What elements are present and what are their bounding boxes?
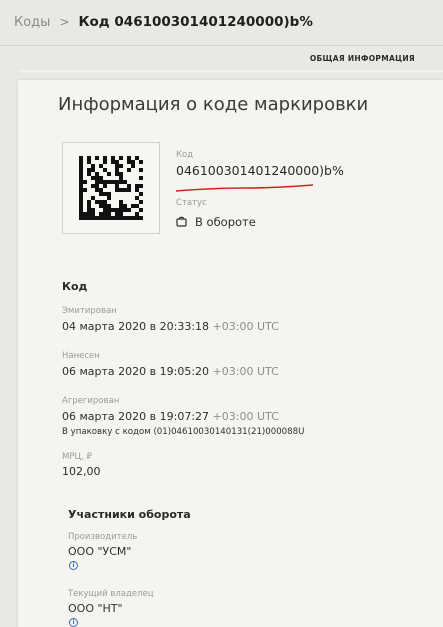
producer-value: ООО "УСМ": [68, 545, 132, 558]
emitted-date: 04 марта 2020 в 20:33:18: [62, 320, 210, 333]
aggregated-timezone: +03:00 UTC: [212, 410, 279, 423]
status-row: В обороте: [176, 212, 256, 231]
page-title: Информация о коде маркировки: [58, 94, 369, 115]
producer-label: Производитель: [68, 532, 138, 542]
datamatrix-code: [62, 142, 160, 234]
breadcrumb-current: Код 046100301401240000)b%: [78, 14, 313, 30]
producer-info-icon[interactable]: i: [69, 561, 78, 570]
header-divider: [0, 45, 443, 46]
red-underline: [175, 184, 314, 192]
mrp-value: 102,00: [62, 465, 101, 478]
applied-value: 06 марта 2020 в 19:05:20 +03:00 UTC: [62, 365, 279, 378]
participants-title: Участники оборота: [68, 508, 191, 521]
package-code-link[interactable]: В упаковку с кодом (01)04610030140131(21…: [62, 427, 304, 437]
owner-info-icon[interactable]: i: [69, 618, 78, 627]
emitted-value: 04 марта 2020 в 20:33:18 +03:00 UTC: [62, 320, 279, 333]
owner-label: Текущий владелец: [68, 589, 154, 599]
breadcrumb-parent-link[interactable]: Коды: [14, 15, 50, 30]
applied-label: Нанесен: [62, 351, 100, 361]
owner-value: ООО "НТ": [68, 602, 123, 615]
status-label: Статус: [176, 198, 207, 208]
status-value: В обороте: [195, 214, 256, 229]
bag-icon: [176, 212, 187, 231]
breadcrumb: Коды > Код 046100301401240000)b%: [0, 0, 443, 44]
applied-timezone: +03:00 UTC: [212, 365, 279, 378]
breadcrumb-separator: >: [59, 15, 70, 29]
aggregated-value: 06 марта 2020 в 19:07:27 +03:00 UTC: [62, 410, 279, 423]
datamatrix-icon: [79, 156, 143, 220]
code-info-card: Информация о коде маркировки Код 0461003…: [18, 80, 443, 627]
aggregated-label: Агрегирован: [62, 396, 120, 406]
mrp-label: МРЦ, ₽: [62, 452, 92, 462]
tab-general-info[interactable]: ОБЩАЯ ИНФОРМАЦИЯ: [310, 54, 415, 63]
code-value: 046100301401240000)b%: [176, 163, 344, 178]
aggregated-date: 06 марта 2020 в 19:07:27: [62, 410, 210, 423]
code-section-title: Код: [62, 280, 88, 293]
code-label: Код: [176, 150, 194, 160]
tab-divider: [18, 70, 443, 72]
applied-date: 06 марта 2020 в 19:05:20: [62, 365, 210, 378]
emitted-timezone: +03:00 UTC: [212, 320, 279, 333]
emitted-label: Эмитирован: [62, 306, 117, 316]
